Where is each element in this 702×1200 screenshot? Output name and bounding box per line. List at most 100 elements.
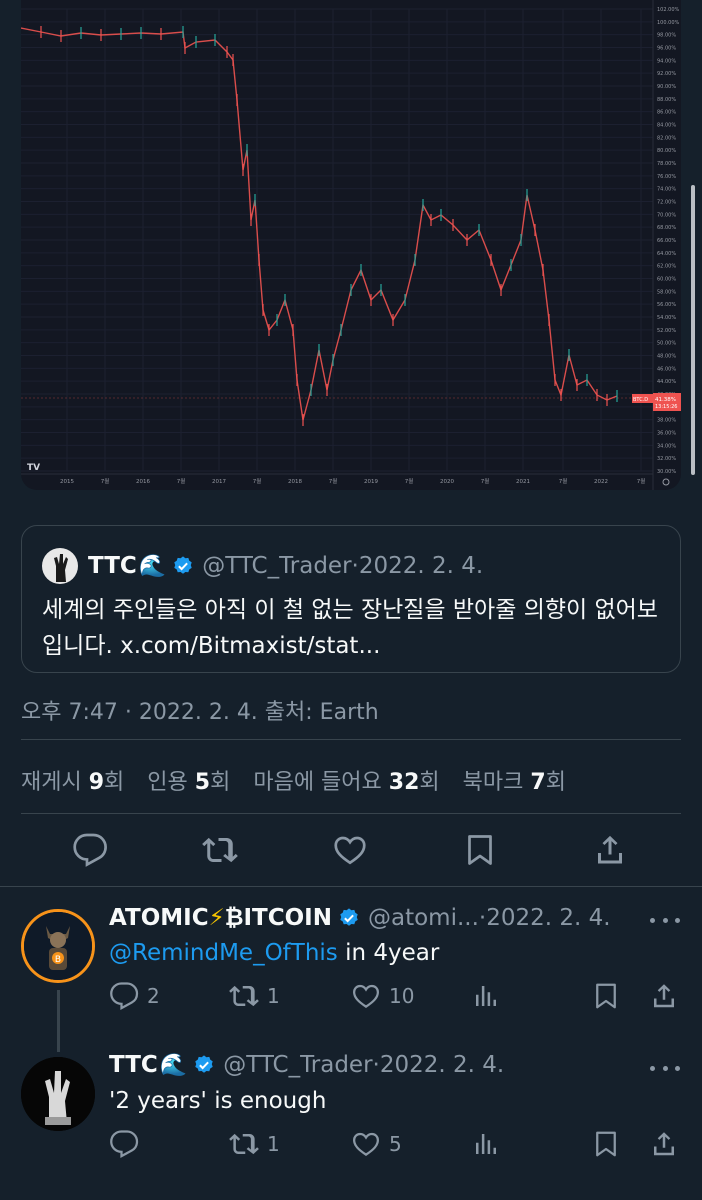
- bookmark-icon: [468, 835, 492, 865]
- verified-badge-icon: [338, 907, 360, 929]
- y-tick-label: 76.00%: [657, 174, 676, 180]
- like-button[interactable]: 5: [351, 1126, 402, 1162]
- retweet-button[interactable]: [200, 830, 240, 870]
- x-tick-label: 7월: [405, 477, 414, 485]
- tweet-date: 2022. 2. 4.: [358, 553, 484, 579]
- author-handle: @TTC_Trader: [223, 1052, 373, 1078]
- x-tick-label: 2018: [288, 479, 302, 485]
- author-name[interactable]: ATOMIC: [109, 905, 209, 931]
- reply-header: TTC 🌊 @TTC_Trader · 2022. 2. 4.: [109, 1052, 504, 1078]
- tweet-date: 2022. 2. 4.: [486, 904, 611, 931]
- thread-line: [57, 990, 60, 1052]
- likes-stat[interactable]: 마음에 들어요 32회: [253, 770, 439, 795]
- retweet-icon: [202, 837, 238, 863]
- verified-badge-icon: [172, 555, 194, 577]
- y-tick-label: 30.00%: [657, 469, 676, 475]
- quoted-tweet[interactable]: TTC 🌊 @TTC_Trader · 2022. 2. 4. 세계의 주인들은…: [21, 525, 681, 673]
- author-name[interactable]: TTC: [109, 1052, 158, 1078]
- wave-emoji: 🌊: [138, 553, 167, 579]
- y-tick-label: 32.00%: [657, 456, 676, 462]
- x-tick-label: 2019: [364, 479, 378, 485]
- share-icon: [598, 835, 622, 864]
- avatar[interactable]: [21, 1057, 95, 1131]
- retweet-icon: [229, 985, 259, 1007]
- separator-dot: ·: [351, 553, 359, 579]
- like-button[interactable]: [330, 830, 370, 870]
- retweet-button[interactable]: 1: [229, 978, 280, 1014]
- y-tick-label: 60.00%: [657, 277, 676, 283]
- tradingview-logo: TV: [27, 463, 40, 473]
- quotes-stat[interactable]: 인용 5회: [147, 770, 230, 795]
- avatar[interactable]: B: [21, 909, 95, 983]
- x-tick-label: 7월: [177, 477, 186, 485]
- reply-text: @RemindMe_OfThis in 4year: [109, 940, 440, 966]
- reply-button[interactable]: 2: [109, 978, 160, 1014]
- reply-button[interactable]: [109, 1126, 147, 1162]
- analytics-icon: [476, 1134, 496, 1154]
- y-tick-label: 80.00%: [657, 148, 676, 154]
- divider: [0, 886, 702, 887]
- reply-icon: [110, 1130, 139, 1159]
- scrollbar[interactable]: [691, 185, 695, 475]
- y-tick-label: 54.00%: [657, 315, 676, 321]
- reply-button[interactable]: [70, 830, 110, 870]
- bookmark-button[interactable]: [591, 1126, 629, 1162]
- y-tick-label: 100.00%: [657, 20, 679, 26]
- bookmark-button[interactable]: [460, 830, 500, 870]
- author-handle: @TTC_Trader: [202, 553, 352, 579]
- x-tick-label: 7월: [637, 477, 646, 485]
- btc-dominance-chart: 102.00% 100.00% 98.00% 96.00% 94.00% 92.00% 90…: [21, 0, 681, 490]
- separator-dot: ·: [372, 1052, 380, 1078]
- share-button[interactable]: [649, 978, 687, 1014]
- y-tick-label: 86.00%: [657, 110, 676, 116]
- share-button[interactable]: [590, 830, 630, 870]
- y-tick-label: 96.00%: [657, 46, 676, 52]
- y-tick-label: 84.00%: [657, 123, 676, 129]
- y-tick-label: 94.00%: [657, 58, 676, 64]
- author-name-suffix[interactable]: ₿ITCOIN: [225, 904, 332, 931]
- more-options-icon[interactable]: [650, 1058, 680, 1078]
- y-tick-label: 46.00%: [657, 366, 676, 372]
- y-tick-label: 82.00%: [657, 135, 676, 141]
- mention-link[interactable]: @RemindMe_OfThis: [109, 940, 338, 966]
- x-tick-label: 2021: [516, 479, 530, 485]
- y-tick-label: 38.00%: [657, 418, 676, 424]
- y-tick-label: 74.00%: [657, 187, 676, 193]
- reply-action-bar: 1 5: [109, 1126, 681, 1162]
- analytics-button[interactable]: [471, 1126, 509, 1162]
- y-tick-label: 58.00%: [657, 289, 676, 295]
- share-button[interactable]: [649, 1126, 687, 1162]
- wave-emoji: 🌊: [159, 1052, 188, 1078]
- x-tick-label: 7월: [481, 477, 490, 485]
- heart-icon: [352, 984, 380, 1008]
- divider: [21, 739, 681, 740]
- chart-settings-icon: [662, 478, 670, 486]
- y-tick-label: 66.00%: [657, 238, 676, 244]
- lightning-icon: ⚡: [208, 904, 225, 931]
- y-tick-label: 72.00%: [657, 200, 676, 206]
- y-tick-label: 98.00%: [657, 33, 676, 39]
- retweet-icon: [229, 1133, 259, 1155]
- bookmarks-stat[interactable]: 북마크 7회: [463, 770, 566, 795]
- analytics-button[interactable]: [471, 978, 509, 1014]
- more-options-icon[interactable]: [650, 910, 680, 930]
- last-value-label: 41.38%: [655, 397, 676, 403]
- quoted-tweet-text: 세계의 주인들은 아직 이 철 없는 장난질을 받아줄 의향이 없어보입니다. …: [42, 597, 658, 659]
- analytics-icon: [476, 986, 496, 1006]
- like-button[interactable]: 10: [351, 978, 414, 1014]
- bookmark-icon: [596, 1131, 616, 1157]
- y-tick-label: 34.00%: [657, 443, 676, 449]
- y-tick-label: 64.00%: [657, 251, 676, 257]
- divider: [21, 813, 681, 814]
- retweet-button[interactable]: 1: [229, 1126, 280, 1162]
- reply-icon: [110, 982, 139, 1011]
- tweet-timestamp: 오후 7:47 · 2022. 2. 4. 출처: Earth: [21, 700, 379, 725]
- bookmark-icon: [596, 983, 616, 1009]
- bookmark-button[interactable]: [591, 978, 629, 1014]
- tweet-media-chart[interactable]: 102.00% 100.00% 98.00% 96.00% 94.00% 92.00% 90…: [21, 0, 681, 490]
- y-tick-label: 36.00%: [657, 431, 676, 437]
- svg-text:B: B: [55, 955, 61, 965]
- separator-dot: ·: [478, 904, 487, 931]
- retweets-stat[interactable]: 재게시 9회: [21, 770, 124, 795]
- avatar[interactable]: [42, 548, 78, 584]
